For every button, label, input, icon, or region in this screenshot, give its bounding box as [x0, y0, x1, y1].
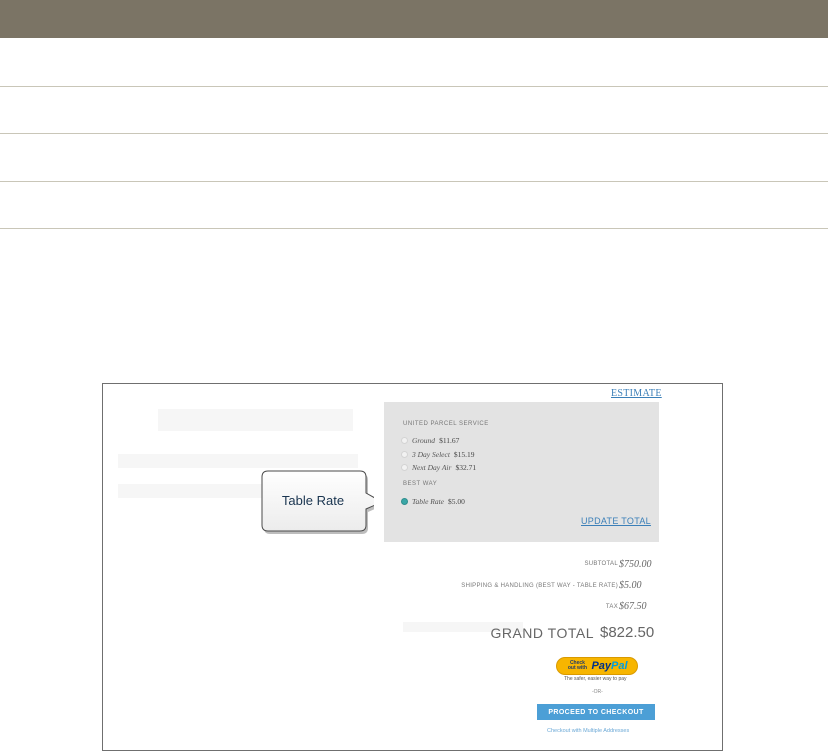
- radio-button-selected[interactable]: [401, 497, 408, 505]
- faded-content: [158, 409, 353, 431]
- option-price: $5.00: [448, 496, 465, 506]
- radio-button[interactable]: [401, 450, 408, 458]
- shipping-option-next-day-air[interactable]: Next Day Air $32.71: [401, 462, 476, 472]
- shipping-option-table-rate[interactable]: Table Rate $5.00: [401, 496, 465, 506]
- divider: [0, 228, 828, 229]
- multiple-addresses-link[interactable]: Checkout with Multiple Addresses: [547, 728, 629, 734]
- grand-total-label: GRAND TOTAL: [490, 625, 594, 641]
- divider: [0, 86, 828, 87]
- radio-button[interactable]: [401, 436, 408, 444]
- subtotal-label: SUBTOTAL: [584, 561, 618, 567]
- divider: [0, 133, 828, 134]
- option-name: Table Rate: [412, 496, 445, 506]
- tax-value: $67.50: [619, 601, 647, 612]
- callout-bubble: Table Rate: [260, 469, 384, 537]
- option-name: 3 Day Select: [412, 449, 450, 459]
- estimate-link[interactable]: ESTIMATE: [611, 388, 662, 399]
- update-total-link[interactable]: UPDATE TOTAL: [581, 516, 651, 526]
- tax-label: TAX: [605, 604, 618, 610]
- paypal-logo: PayPal: [591, 660, 628, 672]
- carrier-name-ups: UNITED PARCEL SERVICE: [403, 421, 489, 427]
- option-price: $11.67: [439, 435, 460, 445]
- shipping-label: SHIPPING & HANDLING (BEST WAY - TABLE RA…: [461, 583, 618, 589]
- option-price: $32.71: [455, 462, 477, 472]
- option-price: $15.19: [453, 449, 475, 459]
- paypal-checkout-button[interactable]: Check out with PayPal: [556, 657, 638, 675]
- shipping-option-3-day-select[interactable]: 3 Day Select $15.19: [401, 449, 475, 459]
- paypal-small-text: Check out with: [567, 660, 588, 671]
- callout-label: Table Rate: [281, 493, 345, 508]
- subtotal-value: $750.00: [619, 559, 652, 570]
- shipping-options-panel: UNITED PARCEL SERVICE Ground $11.67 3 Da…: [384, 402, 659, 542]
- option-name: Next Day Air: [412, 462, 452, 472]
- proceed-to-checkout-button[interactable]: PROCEED TO CHECKOUT: [537, 704, 655, 720]
- cart-screenshot-frame: ESTIMATE UNITED PARCEL SERVICE Ground $1…: [102, 383, 723, 751]
- or-separator: -OR-: [592, 689, 603, 695]
- grand-total-value: $822.50: [600, 624, 655, 641]
- header-band: [0, 0, 828, 38]
- shipping-value: $5.00: [619, 580, 642, 591]
- radio-button[interactable]: [401, 463, 408, 471]
- shipping-option-ground[interactable]: Ground $11.67: [401, 435, 459, 445]
- divider: [0, 181, 828, 182]
- option-name: Ground: [412, 435, 436, 445]
- faded-content: [118, 454, 358, 468]
- paypal-tagline: The safer, easier way to pay: [564, 676, 627, 682]
- carrier-name-best-way: BEST WAY: [403, 481, 438, 487]
